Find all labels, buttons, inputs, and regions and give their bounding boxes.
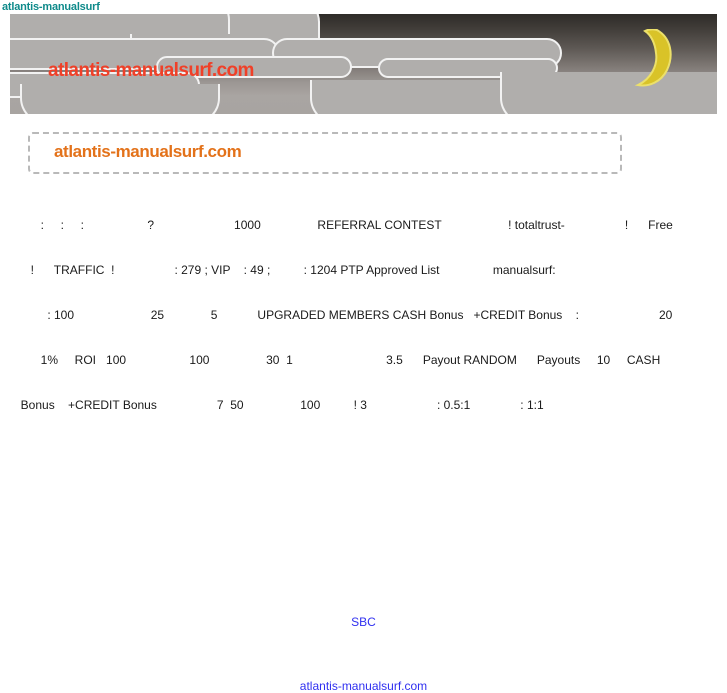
footer-link-row: atlantis-manualsurf.com — [0, 679, 727, 693]
window-title-bar: atlantis-manualsurf — [0, 0, 727, 14]
banner-shape-11 — [10, 14, 230, 34]
sbc-link[interactable]: SBC — [351, 615, 376, 629]
sbc-link-row: SBC — [0, 615, 727, 629]
site-banner: atlantis-manualsurf.com — [10, 14, 717, 114]
site-header-box: atlantis-manualsurf.com — [28, 132, 622, 174]
banner-shape-10 — [500, 72, 717, 114]
banner-title: atlantis-manualsurf.com — [48, 60, 254, 81]
site-header-title: atlantis-manualsurf.com — [54, 142, 242, 161]
window-title-text: atlantis-manualsurf — [2, 1, 100, 13]
content-line: ! TRAFFIC ! : 279 ; VIP : 49 ; : 1204 PT… — [14, 263, 556, 277]
main-text-content: : : : ? 1000 REFERRAL CONTEST ! totaltru… — [0, 188, 727, 443]
page-body: atlantis-manualsurf.com atlantis-manuals… — [0, 14, 727, 693]
banner-container: atlantis-manualsurf.com — [0, 14, 727, 114]
content-line: : : : ? 1000 REFERRAL CONTEST ! totaltru… — [14, 218, 673, 232]
crescent-moon-icon — [634, 29, 672, 87]
content-line: Bonus +CREDIT Bonus 7 50 100 ! 3 : 0.5:1… — [14, 398, 544, 412]
banner-shape-8 — [20, 84, 220, 114]
content-line: 1% ROI 100 100 30 1 3.5 Payout RANDOM Pa… — [14, 353, 661, 367]
content-line: : 100 25 5 UPGRADED MEMBERS CASH Bonus +… — [14, 308, 673, 322]
footer-site-link[interactable]: atlantis-manualsurf.com — [300, 679, 427, 693]
